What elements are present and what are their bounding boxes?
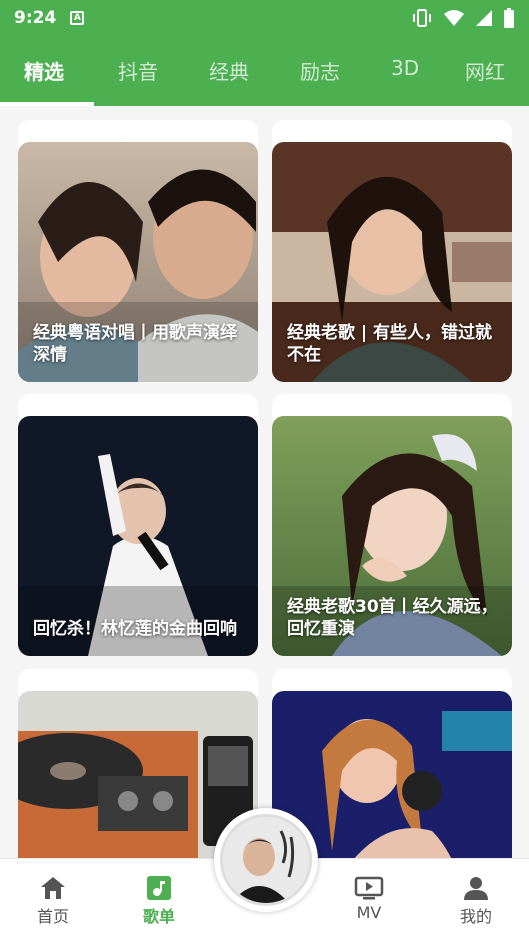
playlist-title: 回忆杀！林忆莲的金曲回响: [33, 619, 237, 639]
playlist-title: 经典粤语对唱丨用歌声演绎深情: [33, 323, 237, 365]
nav-mv[interactable]: MV: [329, 873, 409, 922]
battery-icon: [504, 8, 514, 28]
playlist-card[interactable]: 经典老歌 | 有些人，错过就不在: [272, 120, 512, 382]
tab-jingdian[interactable]: 经典: [209, 56, 249, 85]
tab-wanghong[interactable]: 网红: [465, 56, 505, 85]
tab-jingxuan[interactable]: 精选: [24, 56, 64, 85]
category-tabs: 精选 抖音 经典 励志 3D 网红: [0, 36, 529, 106]
tv-icon: [354, 876, 384, 900]
playlist-title: 经典老歌30首丨经久源远，回忆重演: [287, 597, 498, 639]
tab-lizhi[interactable]: 励志: [300, 56, 340, 85]
playlist-title: 经典老歌 | 有些人，错过就不在: [287, 323, 493, 365]
home-icon: [41, 877, 65, 899]
tab-douyin[interactable]: 抖音: [118, 56, 158, 85]
signal-icon: [476, 10, 492, 26]
nav-mine-label: 我的: [459, 907, 492, 926]
nav-home-label: 首页: [36, 907, 69, 926]
playlist-card[interactable]: 回忆杀！林忆莲的金曲回响: [18, 394, 258, 656]
person-icon: [464, 877, 488, 900]
vibrate-icon: [413, 9, 431, 27]
status-icons: [411, 8, 515, 28]
nav-home[interactable]: 首页: [13, 873, 93, 927]
accessibility-icon: A: [70, 11, 85, 25]
playlist-grid: 经典粤语对唱丨用歌声演绎深情 经典老歌 | 有些人，错过就不在 回忆杀！林忆莲的…: [0, 106, 529, 862]
wifi-icon: [444, 10, 464, 26]
now-playing-disc[interactable]: [214, 808, 318, 912]
music-note-icon: [147, 876, 171, 900]
nav-playlists[interactable]: 歌单: [119, 873, 199, 927]
now-playing-cover: [220, 814, 312, 906]
playlist-card[interactable]: 经典粤语对唱丨用歌声演绎深情: [18, 120, 258, 382]
status-time: 9:24: [14, 8, 57, 28]
playlist-card[interactable]: 经典老歌30首丨经久源远，回忆重演: [272, 394, 512, 656]
nav-mine[interactable]: 我的: [436, 873, 516, 927]
tab-3d[interactable]: 3D: [391, 56, 419, 80]
status-bar: 9:24 A: [0, 0, 529, 36]
nav-playlists-label: 歌单: [142, 907, 175, 926]
nav-mv-label: MV: [356, 903, 382, 922]
